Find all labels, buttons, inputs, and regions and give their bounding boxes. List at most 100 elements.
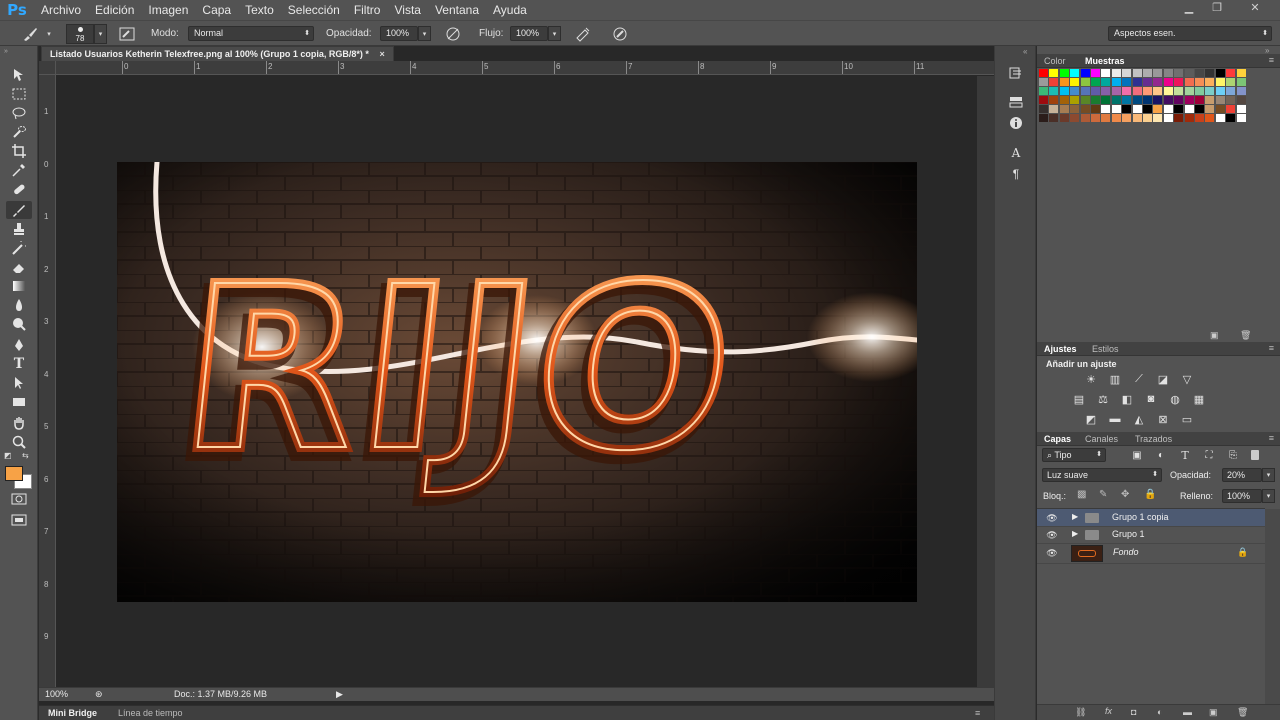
curves-icon[interactable]: ⟋ xyxy=(1130,371,1148,387)
color-swatch[interactable] xyxy=(1236,114,1246,122)
color-swatch[interactable] xyxy=(1226,114,1236,122)
color-swatch[interactable] xyxy=(1039,114,1048,122)
color-swatch[interactable] xyxy=(1163,87,1173,95)
color-swatch[interactable] xyxy=(1226,69,1236,77)
color-swatch[interactable] xyxy=(1111,96,1121,104)
history-panel-icon[interactable] xyxy=(1006,64,1026,82)
color-swatch[interactable] xyxy=(1049,105,1059,113)
expand-group-icon[interactable]: ▶ xyxy=(1072,512,1078,521)
layer-row-grupo-1[interactable]: 👁 ▶ Grupo 1 xyxy=(1037,526,1265,544)
info-panel-icon[interactable] xyxy=(1006,114,1026,132)
gradient-tool-icon[interactable] xyxy=(6,277,32,295)
color-swatch[interactable] xyxy=(1101,114,1111,122)
color-swatch[interactable] xyxy=(1215,96,1225,104)
menu-texto[interactable]: Texto xyxy=(238,0,281,20)
color-swatch[interactable] xyxy=(1132,105,1142,113)
panel-menu-icon[interactable]: ≡ xyxy=(975,708,980,718)
new-layer-icon[interactable]: ▣ xyxy=(1209,707,1218,718)
pen-tool-icon[interactable] xyxy=(6,336,32,354)
color-swatch[interactable] xyxy=(1080,78,1090,86)
layers-scrollbar[interactable] xyxy=(1265,509,1280,704)
menu-filtro[interactable]: Filtro xyxy=(347,0,388,20)
panel-menu-icon[interactable]: ≡ xyxy=(1269,343,1274,353)
panel-menu-icon[interactable]: ≡ xyxy=(1269,433,1274,443)
color-swatch[interactable] xyxy=(1236,105,1246,113)
tab-layers[interactable]: Capas xyxy=(1044,434,1071,444)
color-swatch[interactable] xyxy=(1132,96,1142,104)
color-swatch[interactable] xyxy=(1163,69,1173,77)
color-swatch[interactable] xyxy=(1205,87,1215,95)
close-icon[interactable]: ✕ xyxy=(1240,0,1270,14)
visibility-eye-icon[interactable]: 👁 xyxy=(1045,529,1059,541)
color-swatch[interactable] xyxy=(1049,96,1059,104)
new-adjustment-icon[interactable]: ◐ xyxy=(1157,707,1162,717)
tab-channels[interactable]: Canales xyxy=(1085,434,1118,444)
brush-preview[interactable]: 78 xyxy=(66,24,94,44)
color-swatch[interactable] xyxy=(1195,78,1204,86)
blend-mode-select[interactable]: Luz suave ⬍ xyxy=(1042,468,1162,482)
history-brush-tool-icon[interactable] xyxy=(6,239,32,257)
eyedropper-tool-icon[interactable] xyxy=(6,161,32,179)
foreground-color-swatch[interactable] xyxy=(5,466,23,481)
invert-icon[interactable]: ◩ xyxy=(1082,411,1100,427)
color-swatch[interactable] xyxy=(1205,78,1215,86)
zoom-level[interactable]: 100% xyxy=(45,689,68,699)
color-swatch[interactable] xyxy=(1153,78,1163,86)
menu-ventana[interactable]: Ventana xyxy=(428,0,486,20)
tab-swatches[interactable]: Muestras xyxy=(1085,56,1125,66)
color-swatch[interactable] xyxy=(1101,105,1111,113)
expand-group-icon[interactable]: ▶ xyxy=(1072,529,1078,538)
brush-size-dropdown[interactable]: ▾ xyxy=(94,24,107,44)
color-swatch[interactable] xyxy=(1080,87,1090,95)
eraser-tool-icon[interactable] xyxy=(6,258,32,276)
workspace-select[interactable]: Aspectos esen. ⬍ xyxy=(1108,26,1272,41)
color-swatch[interactable] xyxy=(1174,69,1184,77)
lasso-tool-icon[interactable] xyxy=(6,104,32,122)
color-swatch[interactable] xyxy=(1215,105,1225,113)
color-swatch[interactable] xyxy=(1195,105,1204,113)
move-tool-icon[interactable] xyxy=(6,66,32,84)
opacity-dropdown[interactable]: ▾ xyxy=(418,26,431,41)
color-swatch[interactable] xyxy=(1070,96,1080,104)
selective-color-icon[interactable]: ⊠ xyxy=(1154,411,1172,427)
brush-tool-icon[interactable] xyxy=(6,201,32,219)
document-canvas[interactable]: RIJO RIJO RIJO xyxy=(117,162,917,602)
color-swatch[interactable] xyxy=(1132,114,1142,122)
color-swatch[interactable] xyxy=(1143,78,1152,86)
vibrance-icon[interactable]: ▽ xyxy=(1178,371,1196,387)
black-white-icon[interactable]: ◧ xyxy=(1118,391,1136,407)
expand-panels-icon[interactable]: « xyxy=(1023,47,1027,56)
color-swatch[interactable] xyxy=(1049,87,1059,95)
channel-mixer-icon[interactable]: ◍ xyxy=(1166,391,1184,407)
color-swatch[interactable] xyxy=(1111,69,1121,77)
color-swatch[interactable] xyxy=(1205,114,1215,122)
visibility-eye-icon[interactable]: 👁 xyxy=(1045,512,1059,524)
fill-dropdown[interactable]: ▾ xyxy=(1262,489,1275,503)
color-swatch[interactable] xyxy=(1080,69,1090,77)
menu-seleccion[interactable]: Selección xyxy=(281,0,347,20)
color-swatch[interactable] xyxy=(1132,78,1142,86)
menu-imagen[interactable]: Imagen xyxy=(141,0,195,20)
filter-shape-icon[interactable]: ⛶ xyxy=(1200,447,1218,463)
color-swatch[interactable] xyxy=(1143,87,1152,95)
paragraph-panel-icon[interactable]: ¶ xyxy=(1006,165,1026,183)
tab-paths[interactable]: Trazados xyxy=(1135,434,1172,444)
color-swatch[interactable] xyxy=(1059,78,1069,86)
color-swatch[interactable] xyxy=(1091,78,1100,86)
ruler-origin[interactable] xyxy=(39,61,56,75)
tab-styles[interactable]: Estilos xyxy=(1092,344,1119,354)
color-swatch[interactable] xyxy=(1091,87,1100,95)
lock-transparency-icon[interactable]: ▩ xyxy=(1077,489,1086,500)
add-mask-icon[interactable]: ◘ xyxy=(1131,707,1136,717)
color-swatch[interactable] xyxy=(1205,96,1215,104)
color-swatch[interactable] xyxy=(1215,114,1225,122)
color-swatch[interactable] xyxy=(1205,105,1215,113)
color-swatch[interactable] xyxy=(1059,69,1069,77)
color-swatch[interactable] xyxy=(1111,114,1121,122)
color-swatch[interactable] xyxy=(1049,78,1059,86)
color-swatch[interactable] xyxy=(1080,96,1090,104)
color-swatch[interactable] xyxy=(1184,105,1194,113)
crop-tool-icon[interactable] xyxy=(6,142,32,160)
color-swatch[interactable] xyxy=(1195,69,1204,77)
color-swatch[interactable] xyxy=(1039,78,1048,86)
